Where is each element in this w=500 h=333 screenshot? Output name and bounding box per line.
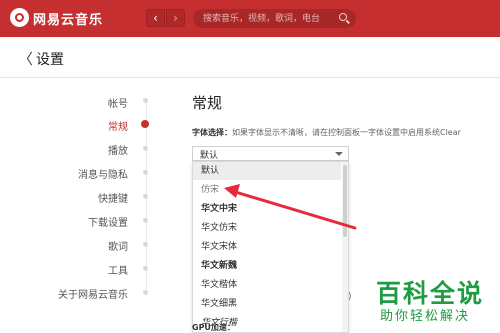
sidebar-item-tools[interactable]: 工具 — [108, 262, 128, 277]
chevron-left-icon[interactable]: 〈 — [18, 48, 33, 69]
search-input[interactable] — [193, 9, 356, 28]
font-hint-text: 如果字体显示不清晰，请在控制面板一字体设置中启用系统Clear — [232, 128, 461, 137]
timeline-dot — [143, 98, 148, 103]
font-select-value: 默认 — [200, 151, 219, 161]
sidebar-item-messages-privacy[interactable]: 消息与隐私 — [78, 166, 128, 181]
nav-forward-button[interactable]: › — [166, 9, 185, 27]
font-option-stxinwei[interactable]: 华文新魏 — [193, 257, 341, 275]
partial-text: ) — [348, 292, 352, 302]
font-option-stsong[interactable]: 华文宋体 — [193, 238, 341, 256]
font-option-default[interactable]: 默认 — [193, 162, 341, 180]
sidebar-item-playback[interactable]: 播放 — [108, 142, 128, 157]
font-label-title: 字体选择： — [192, 128, 232, 137]
watermark: 百科全说 助你轻松解决 — [370, 274, 500, 333]
dropdown-scrollbar[interactable] — [342, 162, 348, 332]
netease-music-logo-icon[interactable] — [10, 8, 29, 27]
watermark-sub-text: 助你轻松解决 — [380, 309, 471, 324]
font-option-stkaiti[interactable]: 华文楷体 — [193, 276, 341, 294]
font-selection-label: 字体选择：如果字体显示不清晰，请在控制面板一字体设置中启用系统Clear — [192, 127, 500, 138]
timeline-dot — [143, 266, 148, 271]
title-bar: 网易云音乐 ‹ › — [0, 0, 500, 37]
font-option-stfangsong[interactable]: 华文仿宋 — [193, 219, 341, 237]
font-select[interactable]: 默认 — [192, 146, 349, 161]
dropdown-scroll-thumb[interactable] — [343, 165, 347, 237]
font-option-stzhongsong[interactable]: 华文中宋 — [193, 200, 341, 218]
sidebar-item-shortcuts[interactable]: 快捷键 — [98, 190, 128, 205]
sidebar-item-download-settings[interactable]: 下载设置 — [88, 214, 128, 229]
chevron-down-icon[interactable] — [335, 152, 343, 156]
search-icon[interactable] — [339, 13, 347, 21]
timeline-dot-active — [141, 120, 149, 128]
sidebar-item-about[interactable]: 关于网易云音乐 — [58, 286, 128, 301]
gpu-acceleration-label: GPU加速： — [192, 323, 235, 332]
page-title: 设置 — [36, 52, 64, 68]
sidebar-item-general[interactable]: 常规 — [108, 118, 128, 133]
timeline-dot — [143, 290, 148, 295]
sidebar-item-account[interactable]: 帐号 — [108, 95, 128, 110]
page-header: 〈 设置 — [0, 37, 500, 78]
font-option-stxihei[interactable]: 华文细黑 — [193, 295, 341, 313]
timeline-dot — [143, 242, 148, 247]
sidebar-item-lyrics[interactable]: 歌词 — [108, 238, 128, 253]
nav-back-button[interactable]: ‹ — [146, 9, 165, 27]
font-option-fangsong[interactable]: 仿宋 — [193, 181, 341, 199]
app-name: 网易云音乐 — [33, 13, 104, 28]
section-title-general: 常规 — [192, 94, 223, 112]
timeline-dot — [143, 170, 148, 175]
timeline-dot — [143, 194, 148, 199]
timeline-dot — [143, 218, 148, 223]
font-dropdown-list: 默认 仿宋 华文中宋 华文仿宋 华文宋体 华文新魏 华文楷体 华文细黑 华文行楷 — [192, 161, 349, 333]
timeline-dot — [143, 146, 148, 151]
